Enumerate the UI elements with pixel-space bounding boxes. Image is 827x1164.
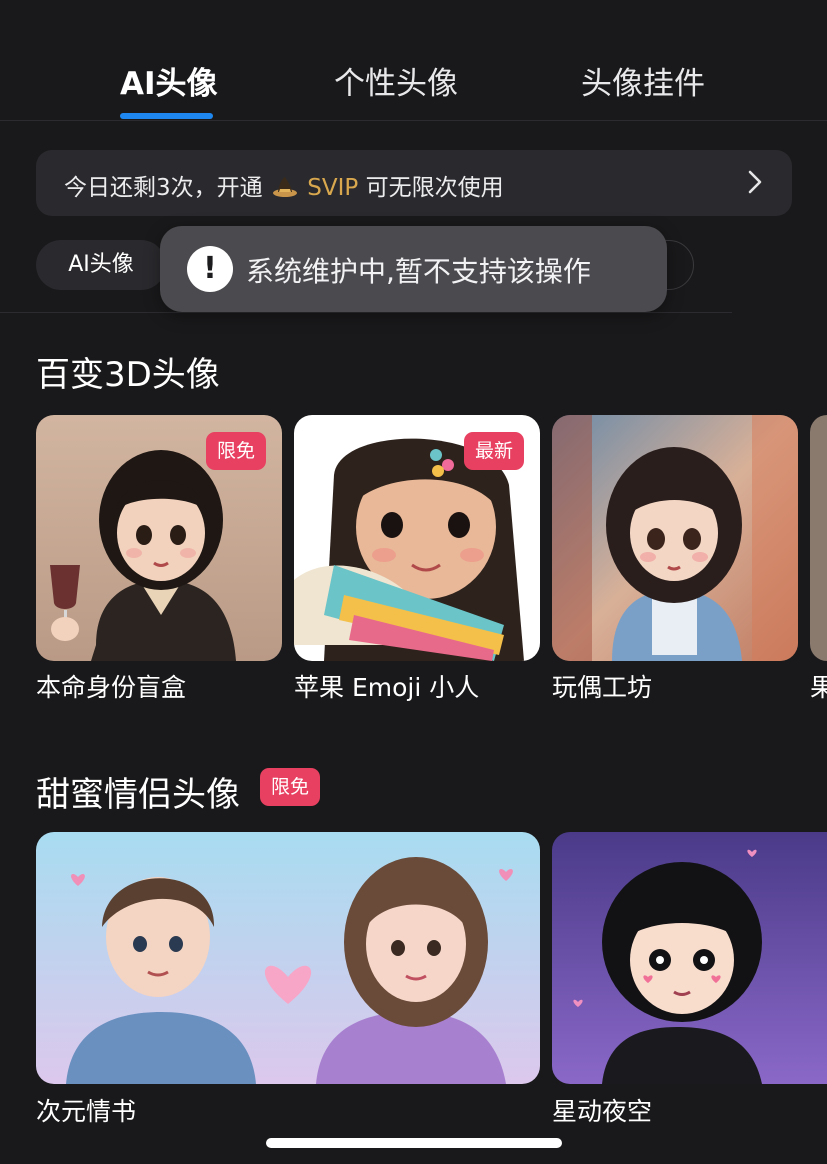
- card-label-doll[interactable]: 玩偶工坊: [552, 668, 652, 704]
- card-label-love-letter[interactable]: 次元情书: [36, 1092, 136, 1128]
- top-tab-bar: AI头像 个性头像 头像挂件: [0, 0, 827, 121]
- chip-divider: [0, 312, 732, 313]
- svip-promo-banner[interactable]: 今日还剩3次，开通 SVIP 可无限次使用: [36, 150, 792, 216]
- card-label-partial[interactable]: 果: [810, 668, 827, 704]
- toast-message: 系统维护中,暂不支持该操作: [246, 255, 591, 288]
- card-destiny-blind-box[interactable]: 限免: [36, 415, 282, 661]
- svip-label: SVIP: [307, 175, 359, 201]
- home-indicator[interactable]: [266, 1138, 562, 1148]
- remaining-uses-text: 今日还剩3次，开通: [64, 175, 263, 201]
- crown-icon: [272, 176, 298, 198]
- tab-ai-avatar[interactable]: AI头像: [120, 58, 218, 103]
- new-badge: 最新: [463, 432, 524, 470]
- chevron-right-icon: [748, 170, 762, 194]
- tab-personal-avatar[interactable]: 个性头像: [334, 58, 458, 103]
- exclamation-icon: !: [187, 246, 233, 292]
- unlimited-uses-text: 可无限次使用: [365, 175, 504, 201]
- chip-ai-avatar[interactable]: AI头像: [36, 240, 166, 290]
- card-apple-emoji[interactable]: 最新: [294, 415, 540, 661]
- partial-card-image: [810, 415, 827, 661]
- free-badge-couple: 限免: [260, 768, 321, 806]
- card-dimension-love-letter[interactable]: [36, 832, 540, 1084]
- maintenance-toast: ! 系统维护中,暂不支持该操作: [160, 226, 667, 312]
- love-letter-avatar-image: [36, 832, 540, 1084]
- card-partial[interactable]: [810, 415, 827, 661]
- card-starry-night[interactable]: [552, 832, 827, 1084]
- card-label-starry-night[interactable]: 星动夜空: [552, 1092, 652, 1128]
- card-doll-workshop[interactable]: [552, 415, 798, 661]
- free-badge: 限免: [205, 432, 266, 470]
- section-title-3d: 百变3D头像: [36, 355, 220, 395]
- card-label-destiny[interactable]: 本命身份盲盒: [36, 668, 186, 704]
- section-title-couple: 甜蜜情侣头像: [36, 775, 240, 815]
- card-label-apple-emoji[interactable]: 苹果 Emoji 小人: [294, 668, 479, 704]
- tab-avatar-pendant[interactable]: 头像挂件: [581, 58, 705, 103]
- active-tab-indicator: [120, 113, 213, 119]
- starry-night-avatar-image: [552, 832, 827, 1084]
- svip-promo-text: 今日还剩3次，开通 SVIP 可无限次使用: [64, 168, 504, 202]
- doll-avatar-image: [552, 415, 798, 661]
